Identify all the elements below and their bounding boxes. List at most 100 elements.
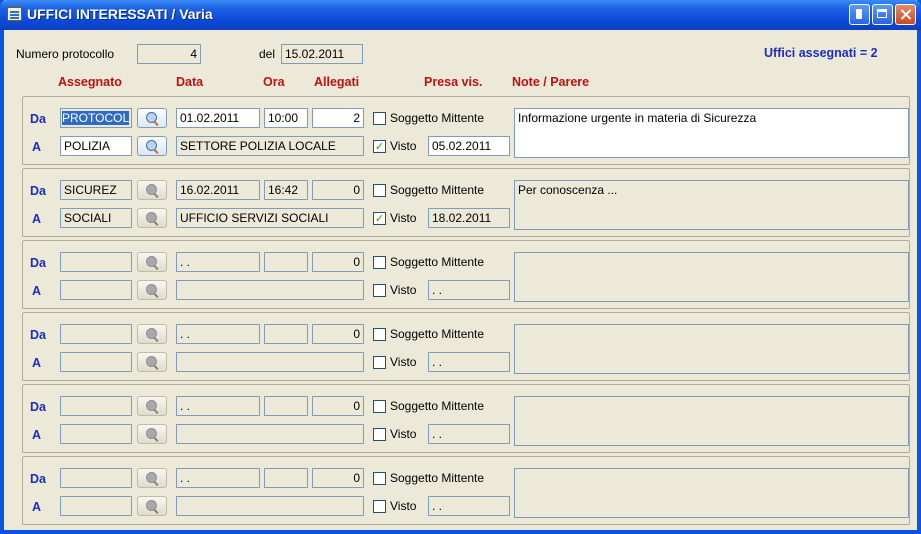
visto-checkbox[interactable]: ✓: [373, 212, 386, 225]
da-lookup-button[interactable]: [137, 252, 167, 272]
data-field[interactable]: 01.02.2011: [176, 108, 260, 128]
a-office-description: SETTORE POLIZIA LOCALE: [176, 136, 364, 156]
da-lookup-button[interactable]: [137, 468, 167, 488]
a-label: A: [32, 284, 42, 298]
visto-date-field[interactable]: . .: [428, 496, 510, 516]
magnifier-icon: [146, 184, 157, 195]
a-lookup-button[interactable]: [137, 280, 167, 300]
note-parere-field[interactable]: Per conoscenza ...: [514, 180, 909, 230]
a-office-field[interactable]: [60, 424, 132, 444]
magnifier-icon: [146, 140, 157, 151]
ora-field[interactable]: [264, 252, 308, 272]
del-date-field[interactable]: 15.02.2011: [281, 44, 363, 64]
a-office-field[interactable]: [60, 280, 132, 300]
a-office-field[interactable]: [60, 496, 132, 516]
soggetto-mittente-checkbox[interactable]: [373, 472, 386, 485]
magnifier-icon: [146, 256, 157, 267]
a-label: A: [32, 140, 42, 154]
a-lookup-button[interactable]: [137, 208, 167, 228]
allegati-field[interactable]: 0: [312, 180, 364, 200]
da-office-field[interactable]: SICUREZ: [60, 180, 132, 200]
a-office-field[interactable]: [60, 352, 132, 372]
da-office-field[interactable]: [60, 324, 132, 344]
entry-group-4: Da . . 0 Soggetto Mittente A Visto . .: [22, 312, 910, 381]
visto-label: Visto: [390, 355, 417, 369]
soggetto-mittente-checkbox[interactable]: [373, 184, 386, 197]
soggetto-mittente-checkbox[interactable]: [373, 256, 386, 269]
soggetto-mittente-checkbox[interactable]: [373, 400, 386, 413]
da-office-field[interactable]: [60, 252, 132, 272]
da-lookup-button[interactable]: [137, 396, 167, 416]
checkmark-icon: ✓: [374, 140, 385, 153]
magnifier-icon: [146, 328, 157, 339]
da-lookup-button[interactable]: [137, 324, 167, 344]
allegati-field[interactable]: 0: [312, 252, 364, 272]
note-parere-field[interactable]: [514, 396, 909, 446]
checkmark-icon: ✓: [374, 212, 385, 225]
ora-field[interactable]: [264, 468, 308, 488]
maximize-button[interactable]: [872, 4, 893, 25]
a-office-description: UFFICIO SERVIZI SOCIALI: [176, 208, 364, 228]
note-parere-field[interactable]: [514, 252, 909, 302]
da-office-field[interactable]: PROTOCOL: [60, 108, 132, 128]
magnifier-icon: [146, 472, 157, 483]
a-lookup-button[interactable]: [137, 496, 167, 516]
da-label: Da: [30, 256, 46, 270]
magnifier-icon: [146, 500, 157, 511]
data-field[interactable]: . .: [176, 252, 260, 272]
window-list-icon: [7, 7, 22, 21]
ora-field[interactable]: 16:42: [264, 180, 308, 200]
visto-label: Visto: [390, 427, 417, 441]
col-presa-vis: Presa vis.: [424, 75, 483, 89]
data-field[interactable]: . .: [176, 468, 260, 488]
visto-label: Visto: [390, 499, 417, 513]
note-parere-field[interactable]: [514, 468, 909, 518]
window-title: UFFICI INTERESSATI / Varia: [27, 6, 213, 22]
data-field[interactable]: 16.02.2011: [176, 180, 260, 200]
note-parere-field[interactable]: [514, 324, 909, 374]
da-office-field[interactable]: [60, 468, 132, 488]
col-assegnato: Assegnato: [58, 75, 122, 89]
entry-group-5: Da . . 0 Soggetto Mittente A Visto . .: [22, 384, 910, 453]
visto-date-field[interactable]: . .: [428, 424, 510, 444]
ora-field[interactable]: [264, 324, 308, 344]
da-lookup-button[interactable]: [137, 180, 167, 200]
data-field[interactable]: . .: [176, 396, 260, 416]
visto-checkbox[interactable]: [373, 356, 386, 369]
visto-date-field[interactable]: 18.02.2011: [428, 208, 510, 228]
soggetto-mittente-checkbox[interactable]: [373, 328, 386, 341]
visto-checkbox[interactable]: [373, 284, 386, 297]
data-field[interactable]: . .: [176, 324, 260, 344]
title-bar[interactable]: UFFICI INTERESSATI / Varia: [0, 0, 921, 30]
ora-field[interactable]: [264, 396, 308, 416]
visto-date-field[interactable]: 05.02.2011: [428, 136, 510, 156]
da-office-field[interactable]: [60, 396, 132, 416]
da-label: Da: [30, 328, 46, 342]
allegati-field[interactable]: 0: [312, 396, 364, 416]
soggetto-mittente-label: Soggetto Mittente: [390, 111, 485, 125]
a-lookup-button[interactable]: [137, 136, 167, 156]
note-parere-field[interactable]: Informazione urgente in materia di Sicur…: [514, 108, 909, 158]
minimize-button[interactable]: [849, 4, 870, 25]
visto-label: Visto: [390, 211, 417, 225]
soggetto-mittente-label: Soggetto Mittente: [390, 183, 485, 197]
a-office-field[interactable]: SOCIALI: [60, 208, 132, 228]
visto-date-field[interactable]: . .: [428, 352, 510, 372]
visto-label: Visto: [390, 139, 417, 153]
numero-protocollo-field[interactable]: 4: [137, 44, 201, 64]
ora-field[interactable]: 10:00: [264, 108, 308, 128]
allegati-field[interactable]: 2: [312, 108, 364, 128]
close-button[interactable]: [895, 4, 916, 25]
allegati-field[interactable]: 0: [312, 324, 364, 344]
a-office-field[interactable]: POLIZIA: [60, 136, 132, 156]
visto-checkbox[interactable]: [373, 428, 386, 441]
da-label: Da: [30, 184, 46, 198]
a-lookup-button[interactable]: [137, 424, 167, 444]
a-lookup-button[interactable]: [137, 352, 167, 372]
visto-date-field[interactable]: . .: [428, 280, 510, 300]
visto-checkbox[interactable]: ✓: [373, 140, 386, 153]
da-lookup-button[interactable]: [137, 108, 167, 128]
allegati-field[interactable]: 0: [312, 468, 364, 488]
soggetto-mittente-checkbox[interactable]: [373, 112, 386, 125]
visto-checkbox[interactable]: [373, 500, 386, 513]
